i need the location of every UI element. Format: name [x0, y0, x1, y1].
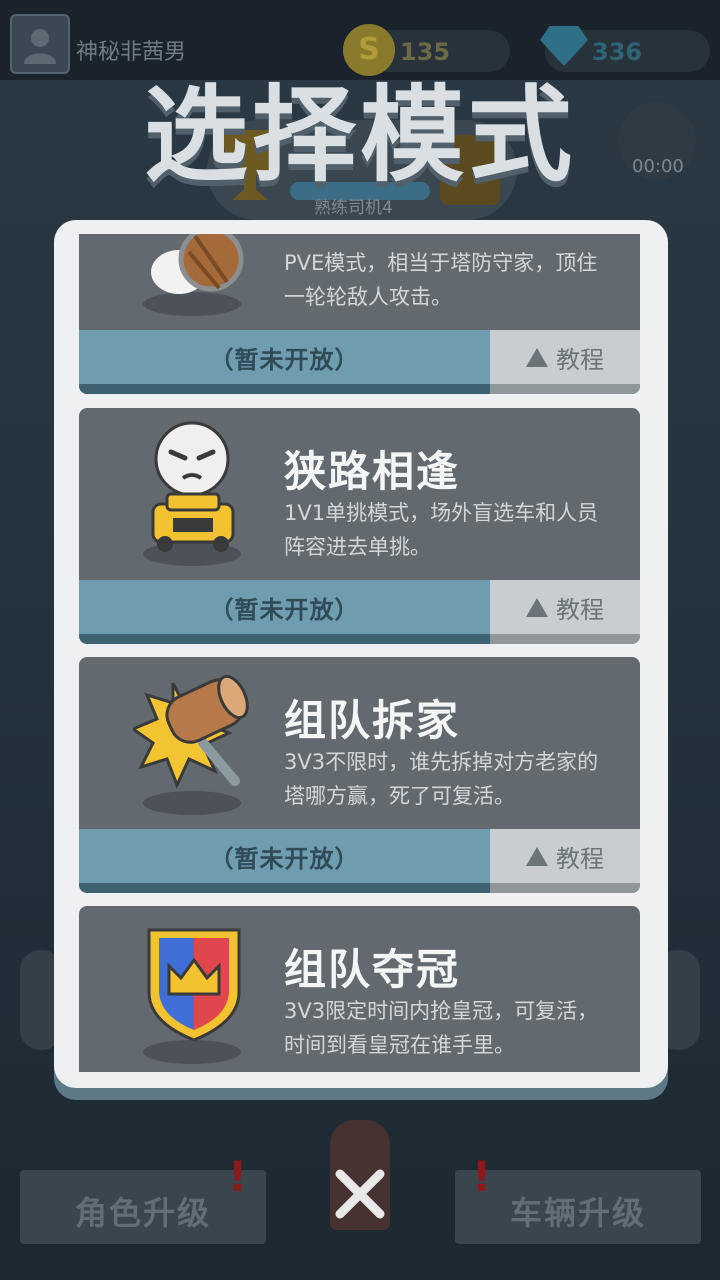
page-title: 选择模式: [143, 74, 576, 196]
close-x-icon[interactable]: [332, 1166, 388, 1222]
mode-status: （暂未开放）: [79, 580, 490, 634]
tutorial-button-shadow: [490, 634, 640, 644]
mode-card-team-crown[interactable]: 组队夺冠 3V3限定时间内抢皇冠，可复活，时间到看皇冠在谁手里。: [79, 906, 640, 1072]
mode-description: 3V3限定时间内抢皇冠，可复活，时间到看皇冠在谁手里。: [284, 999, 599, 1057]
vehicle-upgrade-label: 车辆升级: [509, 1194, 646, 1232]
mode-status: （暂未开放）: [79, 330, 490, 384]
vehicle-upgrade-button[interactable]: 车辆升级: [455, 1170, 701, 1244]
mode-description: PVE模式，相当于塔防守家，顶住一轮轮敌人攻击。: [284, 251, 598, 309]
triangle-up-icon: [526, 597, 548, 617]
tutorial-button-shadow: [490, 883, 640, 893]
tutorial-label: 教程: [556, 345, 604, 374]
mode-description: 3V3不限时，谁先拆掉对方老家的塔哪方赢，死了可复活。: [284, 750, 599, 808]
mode-card-team-demolish[interactable]: 组队拆家 3V3不限时，谁先拆掉对方老家的塔哪方赢，死了可复活。 （暂未开放） …: [79, 657, 640, 893]
wooden-hammer-icon: [133, 663, 249, 823]
mode-list[interactable]: PVE模式，相当于塔防守家，顶住一轮轮敌人攻击。 （暂未开放） 教程 狭路相逢 …: [79, 234, 640, 1072]
triangle-up-icon: [526, 846, 548, 866]
tutorial-button-shadow: [490, 384, 640, 394]
mode-status: （暂未开放）: [79, 829, 490, 883]
alert-icon: !: [472, 1152, 492, 1201]
triangle-up-icon: [526, 347, 548, 367]
mode-card-1v1[interactable]: 狭路相逢 1V1单挑模式，场外盲选车和人员阵容进去单挑。 （暂未开放） 教程: [79, 408, 640, 644]
tutorial-label: 教程: [556, 844, 604, 873]
mode-name: 组队夺冠: [284, 945, 461, 994]
tutorial-button[interactable]: 教程: [490, 580, 640, 634]
mode-name: 狭路相逢: [284, 447, 461, 496]
tutorial-button[interactable]: 教程: [490, 829, 640, 883]
angry-driver-car-icon: [139, 414, 249, 574]
alert-icon: !: [228, 1152, 248, 1201]
bunny-with-shield-icon: [139, 234, 249, 324]
tutorial-label: 教程: [556, 595, 604, 624]
mode-name: 组队拆家: [284, 696, 461, 745]
mode-card-defense[interactable]: PVE模式，相当于塔防守家，顶住一轮轮敌人攻击。 （暂未开放） 教程: [79, 234, 640, 394]
tutorial-button[interactable]: 教程: [490, 330, 640, 384]
crown-shield-icon: [139, 912, 249, 1072]
mode-description: 1V1单挑模式，场外盲选车和人员阵容进去单挑。: [284, 501, 599, 559]
